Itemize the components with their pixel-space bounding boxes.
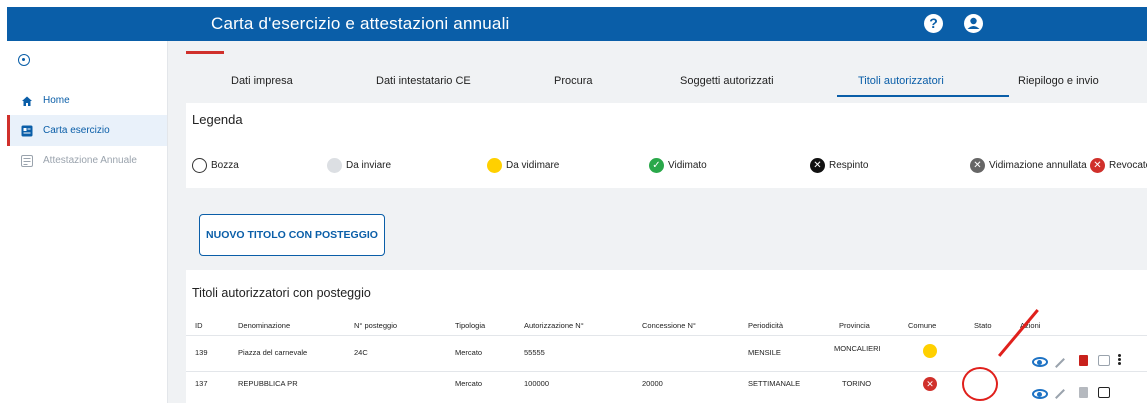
table-title: Titoli autorizzatori con posteggio (192, 286, 371, 300)
sidebar-item-label: Carta esercizio (43, 125, 110, 136)
column-header: Comune (908, 321, 937, 330)
x-circle-red-icon: ✕ (1090, 158, 1105, 173)
status-yellow-circle-icon (923, 344, 937, 358)
tab-dati-impresa[interactable]: Dati impresa (231, 75, 293, 87)
user-avatar-icon[interactable] (964, 14, 983, 33)
document-icon (21, 154, 33, 167)
column-header: Provincia (839, 321, 870, 330)
row-divider (186, 371, 1147, 372)
column-header: Periodicità (748, 321, 784, 330)
legend-item-da-vidimare: Da vidimare (487, 158, 559, 173)
legend-item-bozza: Bozza (192, 158, 239, 173)
column-header: ID (195, 321, 203, 330)
cell-periodicita: MENSILE (748, 348, 781, 357)
help-icon[interactable]: ? (924, 14, 943, 33)
check-circle-icon: ✓ (649, 158, 664, 173)
sidebar-toggle-icon[interactable] (18, 54, 30, 66)
legend-label: Vidimato (668, 160, 707, 171)
active-tab-indicator (837, 95, 1009, 97)
cell-id: 139 (195, 348, 208, 357)
column-header: Concessione N° (642, 321, 696, 330)
main-content: Dati impresa Dati intestatario CE Procur… (168, 41, 1147, 403)
accent-bar (186, 51, 224, 54)
notes-icon[interactable] (1098, 387, 1110, 398)
sidebar-item-carta-esercizio[interactable]: Carta esercizio (7, 115, 167, 146)
row-divider (186, 335, 1147, 336)
legend-item-respinto: ✕ Respinto (810, 158, 868, 173)
tab-procura[interactable]: Procura (554, 75, 593, 87)
view-icon[interactable] (1032, 357, 1048, 367)
cell-provincia: MONCALIERI (834, 344, 881, 353)
cell-autorizzazione: 55555 (524, 348, 545, 357)
legend-label: Da vidimare (506, 160, 560, 171)
x-circle-black-icon: ✕ (810, 158, 825, 173)
legend-label: Vidimazione annullata (989, 160, 1087, 171)
legend-label: Respinto (829, 160, 869, 171)
delete-icon[interactable] (1079, 387, 1088, 398)
column-header: Denominazione (238, 321, 291, 330)
top-header-bar: Carta d'esercizio e attestazioni annuali… (7, 7, 1147, 41)
legend-label: Bozza (211, 160, 239, 171)
edit-icon[interactable] (1055, 358, 1065, 368)
cell-concessione: 20000 (642, 379, 663, 388)
sidebar-item-label: Home (43, 95, 70, 106)
cell-periodicita: SETTIMANALE (748, 379, 801, 388)
legend-label: Da inviare (346, 160, 392, 171)
empty-circle-icon (192, 158, 207, 173)
legend-title: Legenda (192, 112, 243, 127)
sidebar-item-attestazione-annuale[interactable]: Attestazione Annuale (7, 145, 167, 176)
cell-denominazione: Piazza del carnevale (238, 348, 308, 357)
view-icon[interactable] (1032, 389, 1048, 399)
card-icon (21, 125, 33, 136)
column-header: N° posteggio (354, 321, 398, 330)
titles-table-card: Titoli autorizzatori con posteggio ID De… (186, 270, 1147, 403)
sidebar-item-label: Attestazione Annuale (43, 155, 137, 166)
cell-tipologia: Mercato (455, 348, 483, 357)
sidebar: Home Carta esercizio Attestazione Annual… (7, 41, 168, 403)
home-icon (22, 96, 32, 106)
grey-circle-icon (327, 158, 342, 173)
legend-label: Revocato (1109, 160, 1147, 171)
tab-dati-intestatario[interactable]: Dati intestatario CE (376, 75, 471, 87)
status-red-x-icon: ✕ (923, 377, 937, 391)
x-circle-grey-icon: ✕ (970, 158, 985, 173)
edit-icon[interactable] (1055, 389, 1065, 399)
cell-provincia: TORINO (842, 379, 872, 388)
legend-item-da-inviare: Da inviare (327, 158, 391, 173)
delete-icon[interactable] (1079, 355, 1088, 366)
cell-posteggio: 24C (354, 348, 368, 357)
column-header: Autorizzazione N° (524, 321, 584, 330)
app-title: Carta d'esercizio e attestazioni annuali (211, 14, 510, 33)
column-header: Tipologia (455, 321, 486, 330)
highlight-circle (962, 367, 998, 401)
tab-soggetti-autorizzati[interactable]: Soggetti autorizzati (680, 75, 774, 87)
more-options-icon[interactable] (1118, 354, 1121, 357)
legend-item-vidimato: ✓ Vidimato (649, 158, 707, 173)
legend-item-revocato: ✕ Revocato (1090, 158, 1147, 173)
notes-icon[interactable] (1098, 355, 1110, 366)
sidebar-item-home[interactable]: Home (7, 85, 167, 116)
tab-bar: Dati impresa Dati intestatario CE Procur… (186, 63, 1147, 103)
cell-denominazione: REPUBBLICA PR (238, 379, 298, 388)
column-header: Stato (974, 321, 992, 330)
cell-tipologia: Mercato (455, 379, 483, 388)
legend-card: Legenda Bozza Da inviare Da vidimare ✓ V… (186, 103, 1147, 188)
legend-item-vidimazione-annullata: ✕ Vidimazione annullata (970, 158, 1087, 173)
tab-riepilogo-invio[interactable]: Riepilogo e invio (1018, 75, 1099, 87)
yellow-circle-icon (487, 158, 502, 173)
cell-id: 137 (195, 379, 208, 388)
new-title-with-stall-button[interactable]: NUOVO TITOLO CON POSTEGGIO (199, 214, 385, 256)
cell-autorizzazione: 100000 (524, 379, 550, 388)
tab-titoli-autorizzatori[interactable]: Titoli autorizzatori (858, 75, 944, 87)
